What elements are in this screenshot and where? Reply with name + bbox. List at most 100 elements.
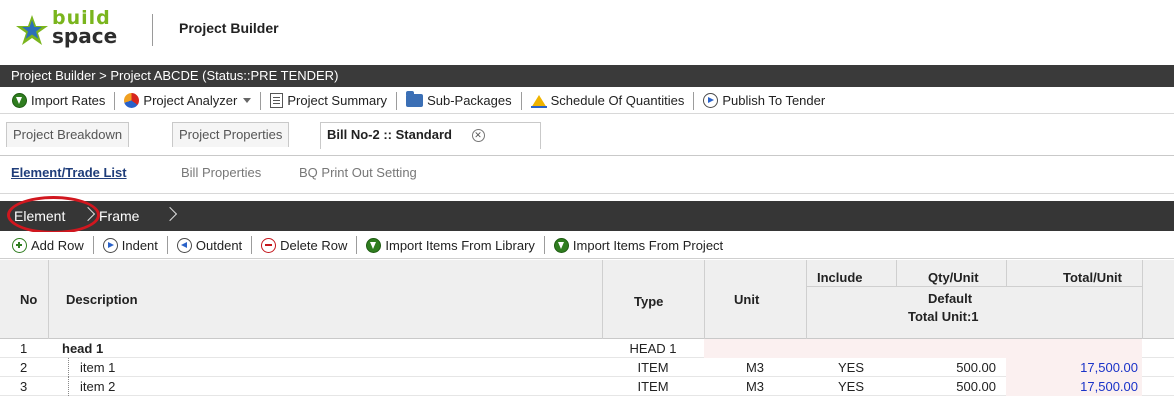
toolbar-separator <box>520 91 522 110</box>
bq-print-out-setting-link[interactable]: BQ Print Out Setting <box>299 165 417 180</box>
element-action-toolbar: Add Row Indent Outdent Delete Row Import… <box>0 232 1174 259</box>
project-breadcrumb: Project Builder > Project ABCDE (Status:… <box>0 65 1174 87</box>
tab-label: Project Properties <box>179 127 283 142</box>
arrow-left-circle-icon <box>176 237 192 253</box>
table-row[interactable]: 2 item 1 ITEM M3 YES 500.00 17,500.00 <box>0 358 1174 377</box>
project-analyzer-label: Project Analyzer <box>143 93 238 108</box>
cell-description[interactable]: head 1 <box>62 339 103 358</box>
delete-row-button[interactable]: Delete Row <box>257 234 351 256</box>
sub-packages-label: Sub-Packages <box>427 93 512 108</box>
cell-total-unit: 17,500.00 <box>1006 377 1142 396</box>
project-summary-label: Project Summary <box>287 93 388 108</box>
chevron-right-icon <box>80 206 96 222</box>
grid-column-divider <box>1142 260 1143 339</box>
tab-project-breakdown[interactable]: Project Breakdown <box>6 122 130 147</box>
indent-label: Indent <box>121 237 158 253</box>
arrow-right-circle-icon <box>703 93 719 108</box>
outdent-button[interactable]: Outdent <box>173 234 246 256</box>
tree-guide-line <box>68 358 69 377</box>
project-analyzer-button[interactable]: Project Analyzer <box>120 90 255 112</box>
chevron-down-icon[interactable] <box>243 98 252 103</box>
toolbar-separator <box>396 91 398 110</box>
logo-text-space: space <box>52 24 118 48</box>
grid-header: No Description Type Unit Include Qty/Uni… <box>0 260 1174 339</box>
column-header-qty-unit[interactable]: Qty/Unit <box>928 270 979 285</box>
element-breadcrumb-bar: Element Frame <box>0 201 1174 231</box>
grid-header-divider <box>806 286 1142 287</box>
minus-circle-icon <box>261 237 277 253</box>
cell-unit[interactable]: M3 <box>704 358 806 377</box>
tab-strip: Project Breakdown Project Properties Bil… <box>0 115 1174 156</box>
cell-type[interactable]: ITEM <box>602 377 704 396</box>
download-icon <box>12 93 27 108</box>
toolbar-separator <box>92 236 94 254</box>
indent-button[interactable]: Indent <box>99 234 162 256</box>
plus-circle-icon <box>12 237 27 253</box>
import-items-from-library-label: Import Items From Library <box>385 237 535 253</box>
cell-unit[interactable]: M3 <box>704 377 806 396</box>
cell-include[interactable]: YES <box>806 377 896 396</box>
cell-description[interactable]: item 2 <box>80 377 115 396</box>
folder-icon <box>406 91 424 107</box>
tab-bill[interactable]: Bill No-2 :: Standard ✕ <box>320 122 541 149</box>
table-row[interactable]: 3 item 2 ITEM M3 YES 500.00 17,500.00 <box>0 377 1174 396</box>
add-row-label: Add Row <box>31 237 84 253</box>
import-items-from-project-label: Import Items From Project <box>572 237 724 253</box>
sub-packages-button[interactable]: Sub-Packages <box>402 90 516 112</box>
pie-chart-icon <box>124 93 140 108</box>
grid-column-divider <box>704 260 705 339</box>
app-header: build space Project Builder <box>0 0 1174 59</box>
cell-description[interactable]: item 1 <box>80 358 115 377</box>
cell-qty-unit[interactable]: 500.00 <box>896 358 996 377</box>
import-rates-label: Import Rates <box>31 93 106 108</box>
table-row[interactable]: 1 head 1 HEAD 1 <box>0 339 1174 358</box>
bill-properties-link[interactable]: Bill Properties <box>181 165 261 180</box>
toolbar-separator <box>260 91 262 110</box>
outdent-label: Outdent <box>195 237 243 253</box>
tree-guide-line <box>68 377 69 396</box>
element-crumb[interactable]: Element <box>14 201 65 231</box>
column-header-description[interactable]: Description <box>66 292 138 307</box>
column-group-total-unit: Total Unit:1 <box>908 309 979 324</box>
column-header-no[interactable]: No <box>20 292 37 307</box>
element-trade-list-link[interactable]: Element/Trade List <box>11 165 127 180</box>
document-icon <box>270 93 284 108</box>
download-icon <box>366 237 382 253</box>
logo-star-icon <box>16 15 48 45</box>
import-items-from-library-button[interactable]: Import Items From Library <box>362 234 539 256</box>
column-header-total-unit[interactable]: Total/Unit <box>1063 270 1122 285</box>
schedule-of-quantities-button[interactable]: Schedule Of Quantities <box>527 90 689 112</box>
publish-to-tender-button[interactable]: Publish To Tender <box>699 90 829 112</box>
close-icon[interactable]: ✕ <box>471 129 485 143</box>
add-row-button[interactable]: Add Row <box>8 234 88 256</box>
toolbar-separator <box>114 91 116 110</box>
cell-no: 3 <box>20 379 28 394</box>
toolbar-separator <box>166 236 168 254</box>
tab-project-properties[interactable]: Project Properties <box>172 122 290 147</box>
download-icon <box>553 237 569 253</box>
import-rates-button[interactable]: Import Rates <box>8 90 109 112</box>
header-divider <box>152 14 153 46</box>
column-header-unit[interactable]: Unit <box>734 292 759 307</box>
grid-column-divider <box>896 260 897 286</box>
frame-crumb[interactable]: Frame <box>99 201 139 231</box>
delete-row-label: Delete Row <box>280 237 348 253</box>
column-header-type[interactable]: Type <box>634 294 663 309</box>
toolbar-separator <box>251 236 253 254</box>
grid-column-divider <box>48 260 49 339</box>
import-items-from-project-button[interactable]: Import Items From Project <box>550 234 727 256</box>
grid-column-divider <box>1006 260 1007 286</box>
cell-type[interactable]: ITEM <box>602 358 704 377</box>
cell-qty-unit[interactable]: 500.00 <box>896 377 996 396</box>
column-header-include[interactable]: Include <box>817 270 863 285</box>
app-title: Project Builder <box>179 20 279 36</box>
cell-no: 2 <box>20 360 28 375</box>
cell-type[interactable]: HEAD 1 <box>602 339 704 358</box>
project-summary-button[interactable]: Project Summary <box>266 90 391 112</box>
pyramid-base <box>530 106 547 108</box>
cell-no: 1 <box>20 341 28 356</box>
grid-column-divider <box>602 260 603 339</box>
buildspace-logo: build space <box>14 8 154 48</box>
bill-items-grid: No Description Type Unit Include Qty/Uni… <box>0 260 1174 396</box>
cell-include[interactable]: YES <box>806 358 896 377</box>
